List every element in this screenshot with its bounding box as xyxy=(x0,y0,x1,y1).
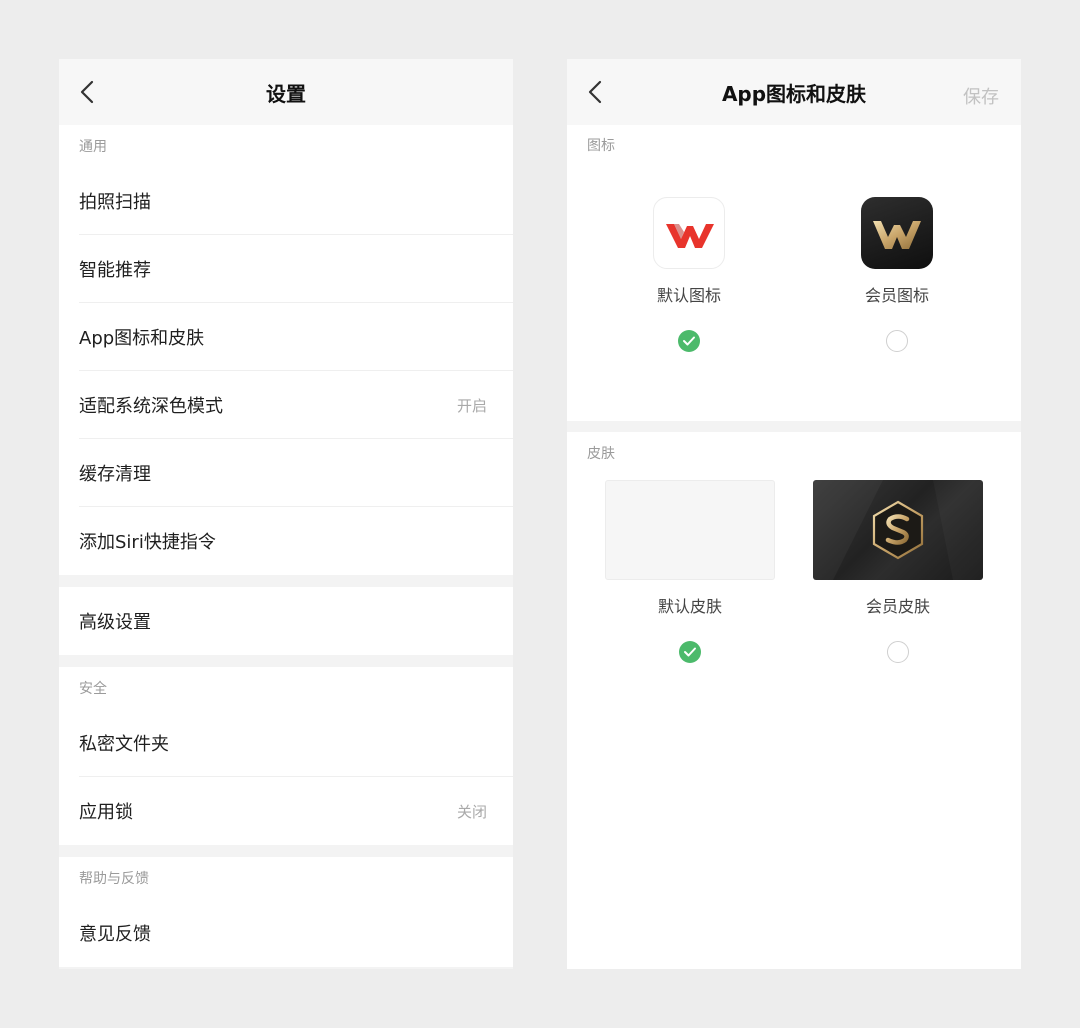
save-button[interactable]: 保存 xyxy=(963,83,999,109)
radio-checked[interactable] xyxy=(678,330,700,352)
check-icon xyxy=(683,336,695,346)
icon-skin-navbar: App图标和皮肤 保存 xyxy=(567,59,1021,125)
settings-item-label: 私密文件夹 xyxy=(79,734,169,755)
back-button[interactable] xyxy=(583,80,607,104)
icon-option-member[interactable]: 会员图标 xyxy=(861,197,933,352)
icon-section: 图标 默认图标 会员图标 xyxy=(567,125,1021,421)
chevron-left-icon xyxy=(588,80,602,104)
settings-item-advanced[interactable]: 高级设置 xyxy=(59,587,513,655)
icon-option-default[interactable]: 默认图标 xyxy=(653,197,725,352)
app-lock-status: 关闭 xyxy=(456,802,487,821)
icon-option-label: 默认图标 xyxy=(656,286,721,305)
member-skin-thumbnail xyxy=(813,480,983,580)
help-section: 帮助与反馈 意见反馈 xyxy=(59,857,513,967)
settings-item-dark-mode[interactable]: 适配系统深色模式 开启 xyxy=(59,371,513,439)
settings-item-smart-recommend[interactable]: 智能推荐 xyxy=(59,235,513,303)
wps-member-icon xyxy=(861,197,933,269)
section-header-general: 通用 xyxy=(79,139,107,155)
settings-item-cache-clear[interactable]: 缓存清理 xyxy=(59,439,513,507)
settings-item-label: 适配系统深色模式 xyxy=(79,396,223,417)
skin-option-label: 会员皮肤 xyxy=(865,597,930,616)
settings-item-label: 智能推荐 xyxy=(79,260,151,281)
radio-unchecked[interactable] xyxy=(887,641,909,663)
settings-item-app-icon-skin[interactable]: App图标和皮肤 xyxy=(59,303,513,371)
skin-option-label: 默认皮肤 xyxy=(657,597,722,616)
settings-item-label: 缓存清理 xyxy=(79,464,151,485)
radio-checked[interactable] xyxy=(679,641,701,663)
settings-item-label: 应用锁 xyxy=(79,802,133,823)
dark-mode-status: 开启 xyxy=(456,396,487,415)
settings-item-app-lock[interactable]: 应用锁 关闭 xyxy=(59,777,513,845)
section-header-skin: 皮肤 xyxy=(587,446,615,462)
settings-screen: 设置 通用 拍照扫描 智能推荐 App图标和皮肤 适配系统深色模式 开启 缓存清… xyxy=(59,59,513,969)
skin-section: 皮肤 默认皮肤 会员皮肤 xyxy=(567,432,1021,969)
default-skin-thumbnail xyxy=(605,480,775,580)
settings-navbar: 设置 xyxy=(59,59,513,125)
settings-item-private-folder[interactable]: 私密文件夹 xyxy=(59,709,513,777)
page-title: App图标和皮肤 xyxy=(721,81,867,106)
section-header-security: 安全 xyxy=(79,681,107,697)
advanced-section: 高级设置 xyxy=(59,587,513,655)
skin-option-default[interactable]: 默认皮肤 xyxy=(605,480,775,663)
section-separator xyxy=(567,421,1021,432)
settings-item-siri-shortcut[interactable]: 添加Siri快捷指令 xyxy=(59,507,513,575)
section-header-help: 帮助与反馈 xyxy=(79,871,149,887)
icon-skin-screen: App图标和皮肤 保存 图标 默认图标 会员图标 皮肤 默认皮肤 会员皮肤 xyxy=(567,59,1021,969)
security-section: 安全 私密文件夹 应用锁 关闭 xyxy=(59,667,513,845)
settings-item-label: 拍照扫描 xyxy=(79,192,151,213)
settings-item-label: 意见反馈 xyxy=(79,924,151,945)
settings-item-photo-scan[interactable]: 拍照扫描 xyxy=(59,167,513,235)
section-header-icon: 图标 xyxy=(587,138,615,154)
radio-unchecked[interactable] xyxy=(886,330,908,352)
page-title: 设置 xyxy=(266,81,306,106)
back-button[interactable] xyxy=(75,80,99,104)
skin-option-member[interactable]: 会员皮肤 xyxy=(813,480,983,663)
check-icon xyxy=(684,647,696,657)
settings-item-label: 高级设置 xyxy=(79,612,151,633)
general-section: 通用 拍照扫描 智能推荐 App图标和皮肤 适配系统深色模式 开启 缓存清理 添… xyxy=(59,125,513,575)
wps-default-icon xyxy=(653,197,725,269)
chevron-left-icon xyxy=(80,80,94,104)
settings-item-feedback[interactable]: 意见反馈 xyxy=(59,899,513,967)
settings-item-label: 添加Siri快捷指令 xyxy=(79,532,216,553)
icon-option-label: 会员图标 xyxy=(864,286,929,305)
settings-item-label: App图标和皮肤 xyxy=(79,328,205,349)
